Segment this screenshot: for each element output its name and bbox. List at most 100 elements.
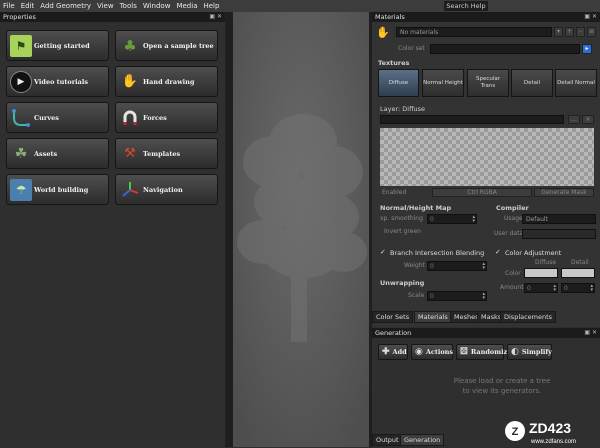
menu-media[interactable]: Media (173, 0, 200, 12)
amount-label: Amount (500, 284, 524, 291)
material-select[interactable]: No materials (396, 27, 552, 37)
menu-file[interactable]: File (0, 0, 18, 12)
menu-window[interactable]: Window (140, 0, 174, 12)
branch-blending-checkbox[interactable]: ✓ (380, 249, 387, 256)
user-data-field[interactable] (522, 229, 596, 239)
color-set-arrow-icon[interactable]: ▸ (582, 44, 592, 54)
getting-started-icon: ⚑ (10, 34, 32, 57)
getting-started-button[interactable]: ⚑ Getting started (6, 30, 109, 61)
world-building-button[interactable]: ☂ World building (6, 174, 109, 205)
video-tutorials-button[interactable]: ▶ Video tutorials (6, 66, 109, 97)
search-help-input[interactable]: Search Help (444, 1, 488, 11)
video-tutorials-label: Video tutorials (34, 77, 88, 86)
open-sample-tree-label: Open a sample tree (143, 41, 214, 50)
generate-mask-button[interactable]: Generate Mask (534, 188, 594, 197)
tab-output[interactable]: Output (372, 434, 403, 446)
scale-spinner[interactable]: 0 ▴ ▾ (427, 291, 487, 301)
add-material-icon[interactable]: + (565, 27, 574, 37)
smoothing-spinner[interactable]: 0 ▴ ▾ (427, 214, 477, 224)
svg-text:Z: Z (512, 426, 519, 438)
templates-button[interactable]: ⚒ Templates (115, 138, 218, 169)
tab-detail-normal[interactable]: Detail Normal (555, 69, 597, 97)
branch-blending-label: Branch Intersection Blending (390, 249, 485, 257)
compiler-label: Compiler (496, 204, 529, 212)
scale-label: Scale (408, 292, 425, 299)
tab-materials[interactable]: Materials (414, 311, 452, 323)
open-sample-tree-button[interactable]: ♣ Open a sample tree (115, 30, 218, 61)
navigation-label: Navigation (143, 185, 183, 194)
scale-value: 0 (430, 293, 434, 300)
svg-text:ZD423: ZD423 (529, 420, 571, 436)
menu-add-geometry[interactable]: Add Geometry (37, 0, 94, 12)
materials-panel: Materials ▣ ✕ ✋ No materials ▾ + – ≡ Col… (372, 12, 600, 327)
3d-viewport[interactable] (233, 12, 369, 447)
panel-float-close-icons[interactable]: ▣ ✕ (584, 328, 597, 338)
tab-diffuse[interactable]: Diffuse (378, 69, 419, 97)
weight-spinner[interactable]: 0 ▴ ▾ (427, 261, 487, 271)
layer-label: Layer: Diffuse (380, 105, 426, 113)
hand-icon: ✋ (121, 74, 139, 89)
generation-title: Generation (375, 329, 412, 337)
color-set-select[interactable] (430, 44, 580, 54)
hand-drawing-button[interactable]: ✋ Hand drawing (115, 66, 218, 97)
getting-started-label: Getting started (34, 41, 90, 50)
color-adjustment-checkbox[interactable]: ✓ (495, 249, 502, 256)
material-dropdown-icon[interactable]: ▾ (554, 27, 563, 37)
diffuse-color-swatch[interactable] (524, 268, 558, 278)
clear-icon[interactable]: × (582, 115, 594, 124)
navigation-button[interactable]: Navigation (115, 174, 218, 205)
smoothing-value: 0 (430, 216, 434, 223)
world-icon: ☂ (10, 178, 32, 201)
texture-path-field[interactable] (380, 115, 564, 124)
assets-button[interactable]: ☘ Assets (6, 138, 109, 169)
tab-detail[interactable]: Detail (511, 69, 553, 97)
empty-message-line-1: Please load or create a tree (453, 377, 551, 385)
detail-color-swatch[interactable] (561, 268, 595, 278)
weight-value: 0 (430, 263, 434, 270)
actions-icon: ◉ (415, 347, 423, 357)
detail-amount-spinner[interactable]: 0 ▴ ▾ (561, 283, 595, 293)
usage-select[interactable]: Default (522, 214, 596, 224)
panel-float-close-icons[interactable]: ▣ ✕ (584, 12, 597, 22)
menu-edit[interactable]: Edit (18, 0, 38, 12)
curves-button[interactable]: Curves (6, 102, 109, 133)
simplify-button[interactable]: ◐ Simplify (507, 344, 552, 360)
ctrl-rgba-button[interactable]: Ctrl RGBA (432, 188, 532, 197)
zd423-logo-icon: Z ZD423 www.zdfans.com (505, 420, 576, 445)
curves-icon (10, 107, 32, 129)
menu-help[interactable]: Help (200, 0, 222, 12)
detail-amount-value: 0 (564, 285, 568, 292)
actions-button[interactable]: ◉ Actions (411, 344, 453, 360)
menu-tools[interactable]: Tools (117, 0, 140, 12)
left-splitter[interactable] (226, 12, 233, 447)
tab-normal-height[interactable]: Normal Height (422, 69, 464, 97)
simplify-icon: ◐ (511, 347, 519, 357)
randomize-label: Randomize (470, 348, 512, 356)
textures-label: Textures (378, 59, 410, 67)
tab-specular-trans[interactable]: Specular Trans (467, 69, 509, 97)
menu-view[interactable]: View (94, 0, 117, 12)
hand-drawing-label: Hand drawing (143, 77, 195, 86)
unwrapping-label: Unwrapping (380, 279, 425, 287)
user-data-label: User data (494, 230, 524, 237)
diffuse-amount-spinner[interactable]: 0 ▴ ▾ (524, 283, 558, 293)
generation-title-bar: Generation ▣ ✕ (372, 328, 600, 338)
tab-generation[interactable]: Generation (400, 434, 445, 446)
randomize-button[interactable]: ⚄ Randomize (456, 344, 511, 360)
browse-icon[interactable]: … (568, 115, 580, 124)
tab-color-sets[interactable]: Color Sets (372, 311, 414, 323)
remove-material-icon[interactable]: – (576, 27, 585, 37)
hand-tool-icon[interactable]: ✋ (376, 26, 390, 39)
usage-label: Usage (504, 215, 523, 222)
panel-float-close-icons[interactable]: ▣ ✕ (209, 12, 222, 22)
tree-silhouette (233, 12, 369, 447)
empty-generators-message: Please load or create a tree to view its… (422, 376, 582, 396)
play-icon: ▶ (10, 70, 32, 93)
materials-title: Materials (375, 13, 405, 21)
add-button[interactable]: ✚ Add (378, 344, 408, 360)
world-building-label: World building (34, 185, 89, 194)
tab-displacements[interactable]: Displacements (500, 311, 557, 323)
smoothing-label: xp. smoothing (380, 215, 423, 222)
menu-icon[interactable]: ≡ (587, 27, 596, 37)
forces-button[interactable]: Forces (115, 102, 218, 133)
